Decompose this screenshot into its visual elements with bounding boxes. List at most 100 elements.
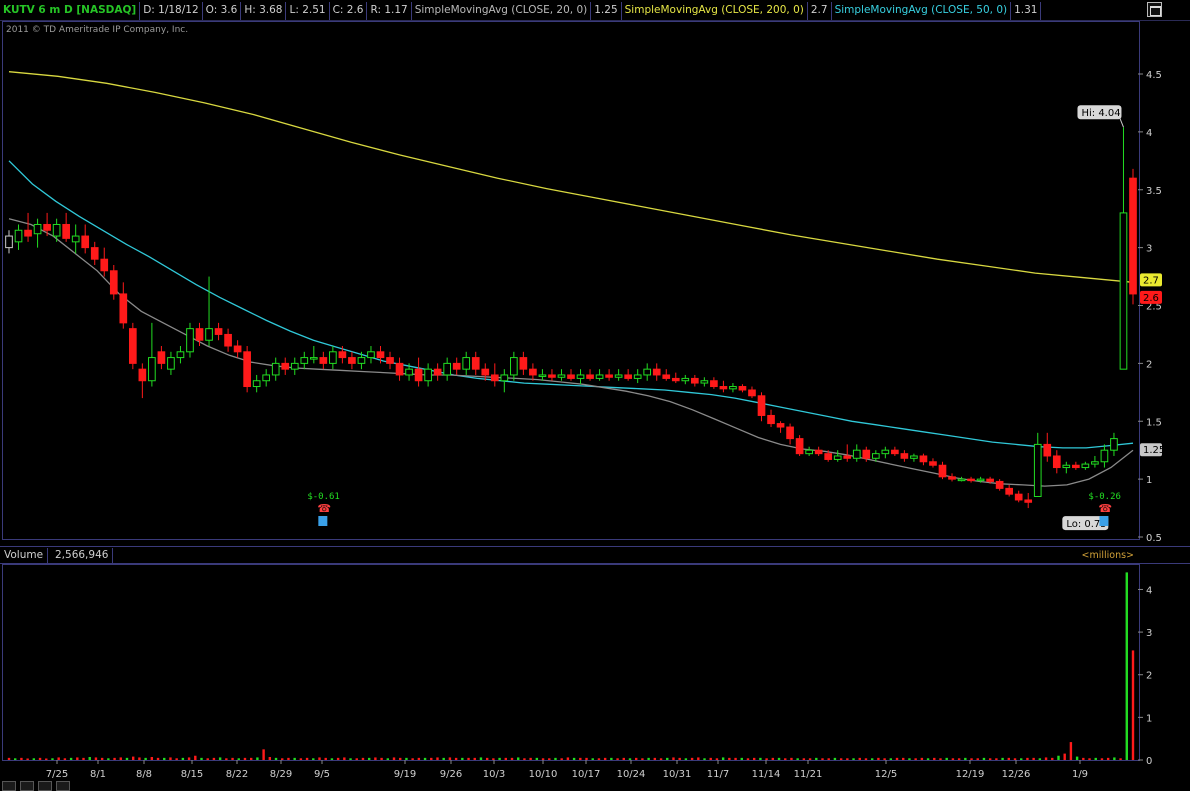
pan-icon[interactable] <box>38 781 52 791</box>
volume-bar <box>827 758 830 760</box>
candle <box>1129 168 1137 305</box>
volume-bar <box>231 757 234 760</box>
volume-bar <box>1020 758 1023 760</box>
volume-bar <box>498 757 501 760</box>
candle-body <box>490 374 499 382</box>
maximize-icon[interactable] <box>1147 2 1162 17</box>
volume-bar <box>436 757 439 760</box>
volume-bar <box>970 758 973 760</box>
volume-bar <box>150 757 154 760</box>
chart-header: KUTV 6 m D [NASDAQ] D: 1/18/12 O: 3.6 H:… <box>0 0 1190 21</box>
candle-body <box>1033 443 1042 497</box>
volume-bar <box>386 758 390 760</box>
candle <box>786 423 794 445</box>
phone-icon: ☎ <box>1098 502 1112 515</box>
candle-body <box>414 368 423 382</box>
reset-icon[interactable] <box>56 781 70 791</box>
candle <box>281 357 290 375</box>
volume-bar <box>790 757 793 760</box>
volume-bar <box>287 757 290 760</box>
volume-bar <box>591 758 594 760</box>
close-tag: 2.6 <box>1143 293 1159 304</box>
candle <box>757 392 766 422</box>
x-tick-label: 9/5 <box>314 769 330 780</box>
candle-body <box>576 374 585 379</box>
volume-bar <box>32 758 36 760</box>
candle-body <box>157 351 166 364</box>
candle-body <box>81 235 90 249</box>
candle <box>471 351 480 375</box>
candle <box>157 346 166 370</box>
candle <box>233 340 242 358</box>
volume-bar <box>541 758 545 760</box>
candle-body <box>852 449 861 459</box>
candle <box>90 241 99 265</box>
volume-chart[interactable]: 0 1 2 3 4 7/25 8/1 8/8 8/15 8/22 8/29 9/5 9/19 9/26 10… <box>0 546 1190 791</box>
volume-bar <box>243 757 247 760</box>
candle-body <box>367 351 375 359</box>
volume-bar <box>305 757 309 760</box>
zoom-in-icon[interactable] <box>2 781 16 791</box>
candle <box>395 357 404 381</box>
volume-bar <box>100 757 104 760</box>
candle <box>729 383 737 393</box>
volume-bar <box>653 757 657 760</box>
range-readout: R: 1.17 <box>367 1 412 20</box>
candle <box>100 247 109 277</box>
candle <box>500 369 509 393</box>
volume-bar <box>554 757 557 760</box>
candle <box>586 369 594 381</box>
candle <box>24 212 32 242</box>
volume-bar <box>883 758 886 760</box>
candle-body <box>52 223 61 237</box>
candle <box>652 363 661 381</box>
ma20-study-label[interactable]: SimpleMovingAvg (CLOSE, 20, 0) <box>412 1 592 20</box>
volume-bar <box>107 758 110 760</box>
volume-bar <box>20 757 23 760</box>
candle-body <box>652 368 661 376</box>
candle-body <box>119 293 128 324</box>
candle <box>1110 432 1118 456</box>
candle-body <box>90 247 99 260</box>
candle-body <box>1014 493 1023 501</box>
volume-bar <box>535 757 539 760</box>
volume-bar <box>274 757 278 760</box>
volume-bar <box>1106 757 1110 760</box>
candle-body <box>452 362 461 370</box>
candle-body <box>976 478 985 482</box>
volume-bar <box>467 757 470 760</box>
zoom-out-icon[interactable] <box>20 781 34 791</box>
volume-bar <box>355 758 358 760</box>
volume-bar <box>616 758 619 760</box>
volume-bar <box>349 758 352 760</box>
candle <box>567 369 575 381</box>
volume-bar <box>995 758 998 760</box>
candle <box>1033 432 1042 497</box>
candle <box>595 369 604 381</box>
volume-bar <box>703 758 706 760</box>
candle-body <box>109 270 118 295</box>
candle <box>128 322 137 370</box>
candle-body <box>148 357 156 382</box>
volume-bar <box>610 757 613 760</box>
volume-bar <box>454 757 458 760</box>
volume-bar <box>895 757 899 760</box>
volume-bar <box>1088 758 1091 760</box>
volume-bar <box>430 757 433 760</box>
volume-bar <box>1131 650 1135 760</box>
volume-bar <box>560 758 563 760</box>
earnings-label: $-0.61 <box>307 492 340 502</box>
candle-body <box>71 235 80 243</box>
low-readout: L: 2.51 <box>286 1 330 20</box>
candle <box>643 363 652 381</box>
symbol-label[interactable]: KUTV 6 m D [NASDAQ] <box>0 1 141 20</box>
price-y-tick-label: 3.5 <box>1146 186 1162 197</box>
ma50-study-label[interactable]: SimpleMovingAvg (CLOSE, 50, 0) <box>832 1 1012 20</box>
close-readout: C: 2.6 <box>330 1 368 20</box>
ma200-study-label[interactable]: SimpleMovingAvg (CLOSE, 200, 0) <box>622 1 808 20</box>
x-tick-label: 10/10 <box>529 769 558 780</box>
price-chart[interactable]: 0.511.522.533.544.5Hi: 4.04Lo: 0.752.72.… <box>0 21 1190 546</box>
volume-bar <box>181 757 185 760</box>
candle <box>205 276 213 347</box>
candle <box>148 322 156 387</box>
